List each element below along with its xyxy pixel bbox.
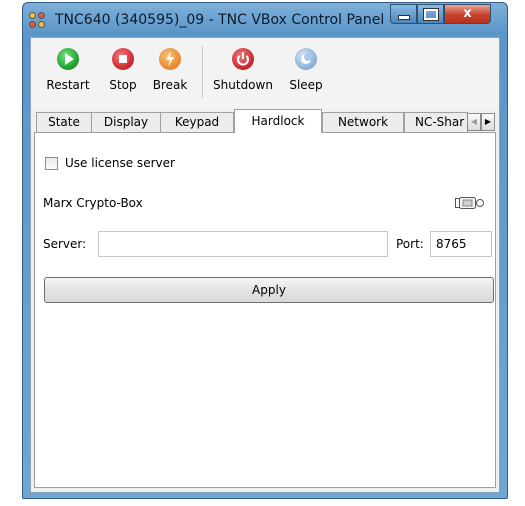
minimize-button[interactable] (390, 4, 417, 24)
close-icon: x (463, 6, 472, 21)
sleep-button[interactable]: Sleep (286, 44, 326, 92)
title-bar[interactable]: TNC640 (340595)_09 - TNC VBox Control Pa… (23, 3, 507, 37)
tab-keypad[interactable]: Keypad (160, 112, 234, 132)
tab-bar: State Display Keypad Hardlock Network NC… (34, 109, 496, 133)
tab-nc-share[interactable]: NC-Shar (404, 112, 468, 132)
hardlock-panel: Use license server Marx Crypto-Box Serve… (34, 132, 496, 488)
tab-hardlock[interactable]: Hardlock (234, 109, 322, 133)
client-area: Restart Stop Break Shutdown Sleep State … (30, 37, 500, 493)
power-icon (232, 48, 254, 70)
chevron-left-icon: ◀ (470, 117, 478, 126)
usb-dongle-icon (455, 197, 484, 209)
port-input[interactable]: 8765 (430, 231, 492, 257)
maximize-icon (422, 8, 439, 21)
app-window: TNC640 (340595)_09 - TNC VBox Control Pa… (22, 2, 508, 499)
server-label: Server: (43, 237, 87, 251)
tab-scroll-right-button[interactable]: ▶ (481, 113, 495, 131)
shutdown-button[interactable]: Shutdown (211, 44, 275, 92)
tab-state[interactable]: State (36, 112, 92, 132)
app-icon (29, 12, 47, 30)
restart-label: Restart (46, 78, 90, 92)
server-input[interactable] (98, 231, 388, 257)
stop-icon (112, 48, 134, 70)
minimize-icon (397, 15, 410, 20)
shutdown-label: Shutdown (213, 78, 273, 92)
toolbar-separator (202, 46, 203, 98)
break-label: Break (152, 78, 188, 92)
sleep-label: Sleep (289, 78, 323, 92)
tab-scroll-left-button[interactable]: ◀ (467, 113, 481, 131)
device-label: Marx Crypto-Box (43, 196, 143, 210)
stop-button[interactable]: Stop (103, 44, 143, 92)
tab-network[interactable]: Network (322, 112, 404, 132)
window-title: TNC640 (340595)_09 - TNC VBox Control Pa… (55, 12, 385, 28)
maximize-button[interactable] (417, 4, 444, 24)
tab-display[interactable]: Display (91, 112, 161, 132)
restart-button[interactable]: Restart (41, 44, 95, 92)
stop-label: Stop (109, 78, 137, 92)
toolbar: Restart Stop Break Shutdown Sleep (31, 38, 499, 108)
lightning-icon (159, 48, 181, 70)
close-button[interactable]: x (444, 4, 491, 24)
apply-button[interactable]: Apply (44, 277, 494, 303)
play-icon (57, 48, 79, 70)
use-license-server-checkbox[interactable] (45, 157, 58, 170)
port-label: Port: (396, 237, 424, 251)
chevron-right-icon: ▶ (484, 117, 492, 126)
use-license-server-label[interactable]: Use license server (65, 156, 175, 170)
moon-icon (295, 48, 317, 70)
break-button[interactable]: Break (148, 44, 192, 92)
